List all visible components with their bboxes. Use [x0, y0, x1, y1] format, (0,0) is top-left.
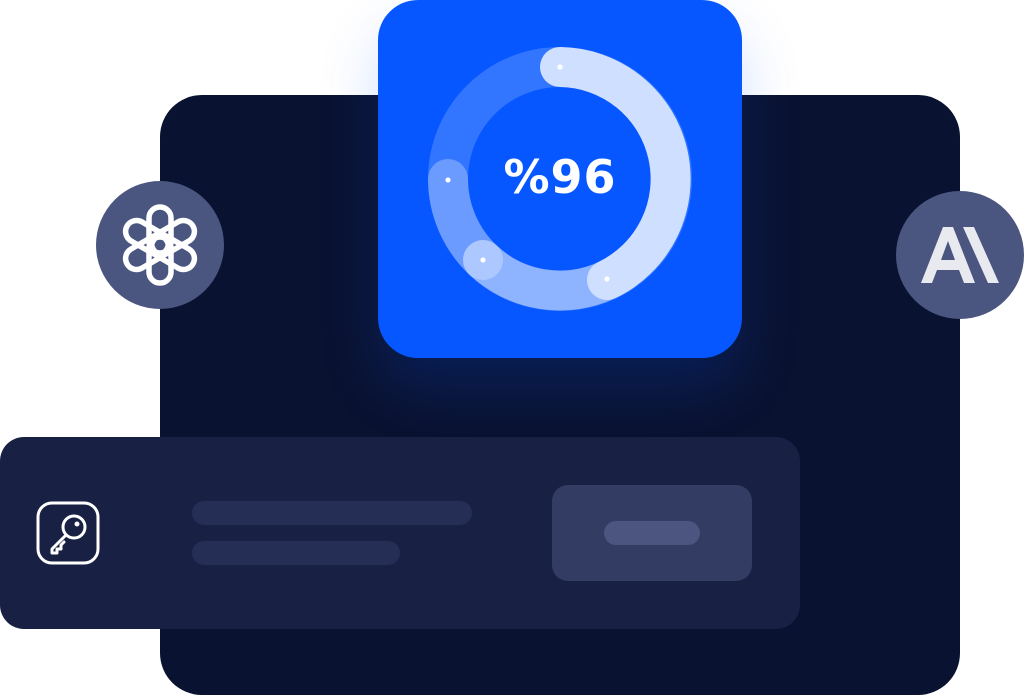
- openai-badge: [96, 181, 224, 309]
- donut-dot: [604, 276, 610, 282]
- action-button[interactable]: [552, 485, 752, 581]
- button-label-placeholder: [604, 521, 700, 545]
- anthropic-logo-icon: [921, 227, 999, 283]
- key-icon-container: [36, 501, 100, 565]
- key-icon: [36, 501, 100, 565]
- donut-dot: [557, 64, 563, 70]
- api-key-row: [0, 437, 800, 629]
- stat-card: %96: [378, 0, 742, 358]
- anthropic-badge: [896, 191, 1024, 319]
- openai-logo-icon: [122, 204, 198, 286]
- donut-dot: [480, 257, 486, 263]
- progress-percent-label: %96: [503, 150, 617, 204]
- placeholder-line: [192, 501, 472, 525]
- placeholder-line: [192, 541, 400, 565]
